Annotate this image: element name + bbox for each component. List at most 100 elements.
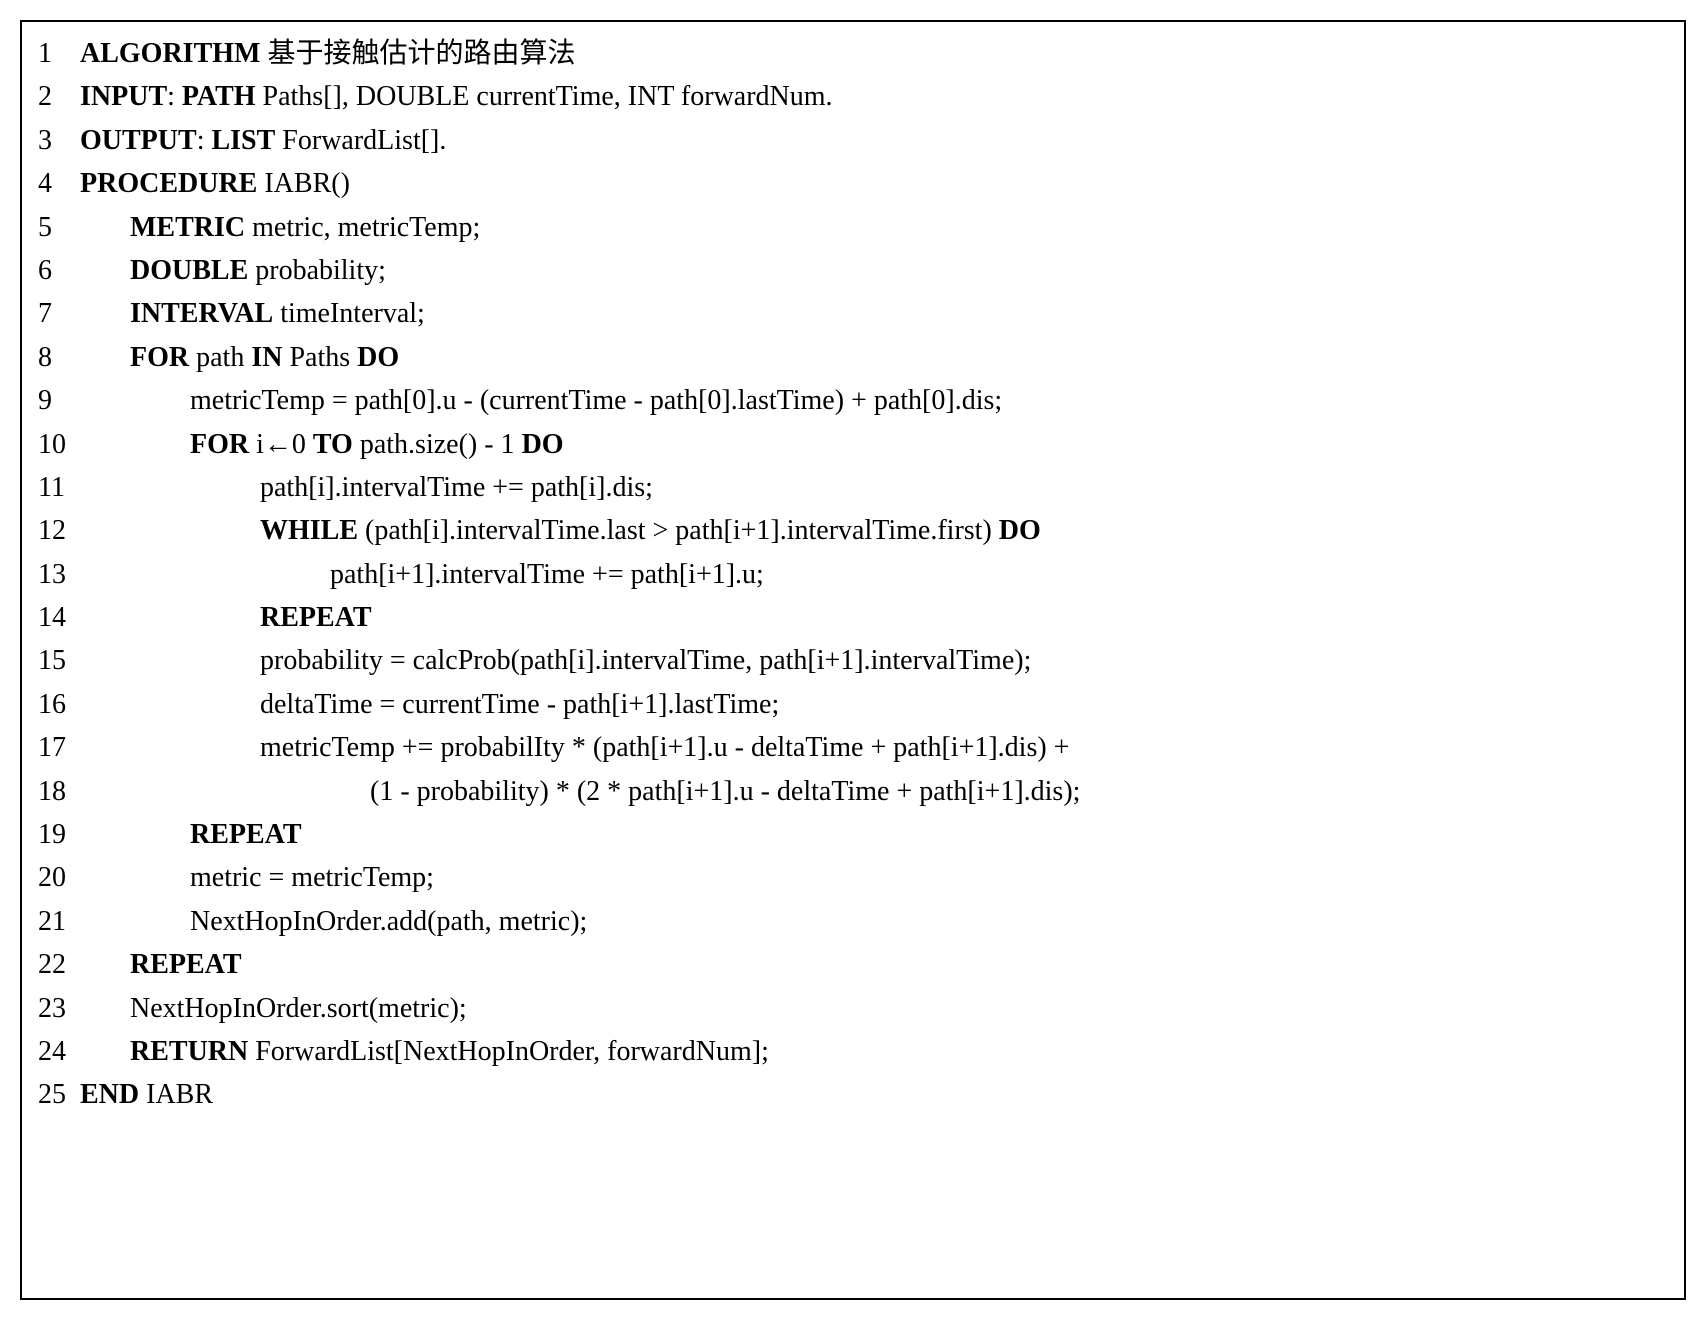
code-text: timeInterval;: [273, 298, 425, 329]
line-content: (1 - probability) * (2 * path[i+1].u - d…: [80, 770, 1080, 813]
keyword: END: [80, 1079, 139, 1110]
line-number: 9: [38, 379, 80, 422]
keyword: DO: [357, 342, 399, 373]
line-number: 3: [38, 119, 80, 162]
code-text: Paths: [282, 342, 357, 373]
algorithm-box: 1ALGORITHM 基于接触估计的路由算法2INPUT: PATH Paths…: [20, 20, 1686, 1300]
algorithm-line: 10FOR i←0 TO path.size() - 1 DO: [38, 423, 1668, 466]
keyword: INPUT: [80, 81, 167, 112]
keyword: INTERVAL: [130, 298, 273, 329]
algorithm-line: 15probability = calcProb(path[i].interva…: [38, 639, 1668, 682]
code-text: IABR(): [257, 168, 350, 199]
line-content: END IABR: [80, 1073, 213, 1116]
algorithm-line: 11path[i].intervalTime += path[i].dis;: [38, 466, 1668, 509]
code-text: i←0: [249, 429, 313, 460]
line-content: path[i+1].intervalTime += path[i+1].u;: [80, 553, 764, 596]
keyword: OUTPUT: [80, 125, 197, 156]
line-content: PROCEDURE IABR(): [80, 162, 350, 205]
algorithm-line: 22 REPEAT: [38, 943, 1668, 986]
algorithm-line: 19REPEAT: [38, 813, 1668, 856]
algorithm-line: 7INTERVAL timeInterval;: [38, 292, 1668, 335]
line-number: 19: [38, 813, 80, 856]
code-text: ForwardList[NextHopInOrder, forwardNum];: [248, 1036, 769, 1067]
line-content: path[i].intervalTime += path[i].dis;: [80, 466, 653, 509]
line-number: 11: [38, 466, 80, 509]
algorithm-line: 8 FOR path IN Paths DO: [38, 336, 1668, 379]
line-number: 21: [38, 900, 80, 943]
code-text: metric = metricTemp;: [190, 862, 434, 893]
line-number: 18: [38, 770, 80, 813]
code-text: probability;: [248, 255, 386, 286]
keyword: RETURN: [130, 1036, 248, 1067]
line-content: REPEAT: [80, 943, 242, 986]
code-text: NextHopInOrder.add(path, metric);: [190, 906, 587, 937]
code-text: :: [197, 125, 212, 156]
line-content: deltaTime = currentTime - path[i+1].last…: [80, 683, 779, 726]
line-number: 4: [38, 162, 80, 205]
code-text: :: [167, 81, 182, 112]
code-text: metric, metricTemp;: [245, 212, 480, 243]
algorithm-line: 16 deltaTime = currentTime - path[i+1].la…: [38, 683, 1668, 726]
line-number: 16: [38, 683, 80, 726]
keyword: TO: [313, 429, 353, 460]
line-number: 12: [38, 509, 80, 552]
algorithm-line: 23NextHopInOrder.sort(metric);: [38, 987, 1668, 1030]
line-number: 15: [38, 639, 80, 682]
algorithm-line: 17metricTemp += probabilIty * (path[i+1]…: [38, 726, 1668, 769]
line-content: REPEAT: [80, 596, 372, 639]
keyword: REPEAT: [260, 602, 372, 633]
line-number: 25: [38, 1073, 80, 1116]
code-text: path: [189, 342, 251, 373]
keyword: FOR: [130, 342, 189, 373]
line-number: 10: [38, 423, 80, 466]
keyword: IN: [251, 342, 282, 373]
code-text: path[i+1].intervalTime += path[i+1].u;: [330, 559, 764, 590]
algorithm-line: 18(1 - probability) * (2 * path[i+1].u -…: [38, 770, 1668, 813]
code-text: Paths[], DOUBLE currentTime, INT forward…: [256, 81, 833, 112]
algorithm-line: 21 NextHopInOrder.add(path, metric);: [38, 900, 1668, 943]
code-text: metricTemp = path[0].u - (currentTime - …: [190, 385, 1002, 416]
code-text: ForwardList[].: [275, 125, 446, 156]
keyword: PATH: [182, 81, 256, 112]
line-content: metricTemp = path[0].u - (currentTime - …: [80, 379, 1002, 422]
line-number: 1: [38, 32, 80, 75]
code-text: IABR: [139, 1079, 213, 1110]
algorithm-line: 2INPUT: PATH Paths[], DOUBLE currentTime…: [38, 75, 1668, 118]
keyword: ALGORITHM: [80, 38, 260, 69]
line-number: 17: [38, 726, 80, 769]
algorithm-line: 1ALGORITHM 基于接触估计的路由算法: [38, 32, 1668, 75]
line-content: INPUT: PATH Paths[], DOUBLE currentTime,…: [80, 75, 833, 118]
line-number: 22: [38, 943, 80, 986]
keyword: METRIC: [130, 212, 245, 243]
line-content: FOR i←0 TO path.size() - 1 DO: [80, 423, 564, 466]
keyword: LIST: [211, 125, 275, 156]
line-content: INTERVAL timeInterval;: [80, 292, 425, 335]
line-content: REPEAT: [80, 813, 302, 856]
algorithm-line: 5METRIC metric, metricTemp;: [38, 206, 1668, 249]
line-number: 8: [38, 336, 80, 379]
code-text: 基于接触估计的路由算法: [260, 38, 575, 69]
keyword: DO: [999, 515, 1041, 546]
line-number: 7: [38, 292, 80, 335]
line-content: NextHopInOrder.add(path, metric);: [80, 900, 587, 943]
line-content: metric = metricTemp;: [80, 856, 434, 899]
keyword: REPEAT: [130, 949, 242, 980]
line-content: metricTemp += probabilIty * (path[i+1].u…: [80, 726, 1069, 769]
code-text: deltaTime = currentTime - path[i+1].last…: [260, 689, 779, 720]
line-content: ALGORITHM 基于接触估计的路由算法: [80, 32, 575, 75]
algorithm-line: 12WHILE (path[i].intervalTime.last > pat…: [38, 509, 1668, 552]
keyword: FOR: [190, 429, 249, 460]
algorithm-line: 25END IABR: [38, 1073, 1668, 1116]
keyword: DOUBLE: [130, 255, 248, 286]
algorithm-line: 3OUTPUT: LIST ForwardList[].: [38, 119, 1668, 162]
line-content: OUTPUT: LIST ForwardList[].: [80, 119, 446, 162]
algorithm-line: 24 RETURN ForwardList[NextHopInOrder, for…: [38, 1030, 1668, 1073]
line-content: METRIC metric, metricTemp;: [80, 206, 480, 249]
code-text: path.size() - 1: [353, 429, 522, 460]
algorithm-line: 20metric = metricTemp;: [38, 856, 1668, 899]
algorithm-line: 6DOUBLE probability;: [38, 249, 1668, 292]
line-number: 24: [38, 1030, 80, 1073]
algorithm-line: 4PROCEDURE IABR(): [38, 162, 1668, 205]
keyword: DO: [522, 429, 564, 460]
line-number: 14: [38, 596, 80, 639]
